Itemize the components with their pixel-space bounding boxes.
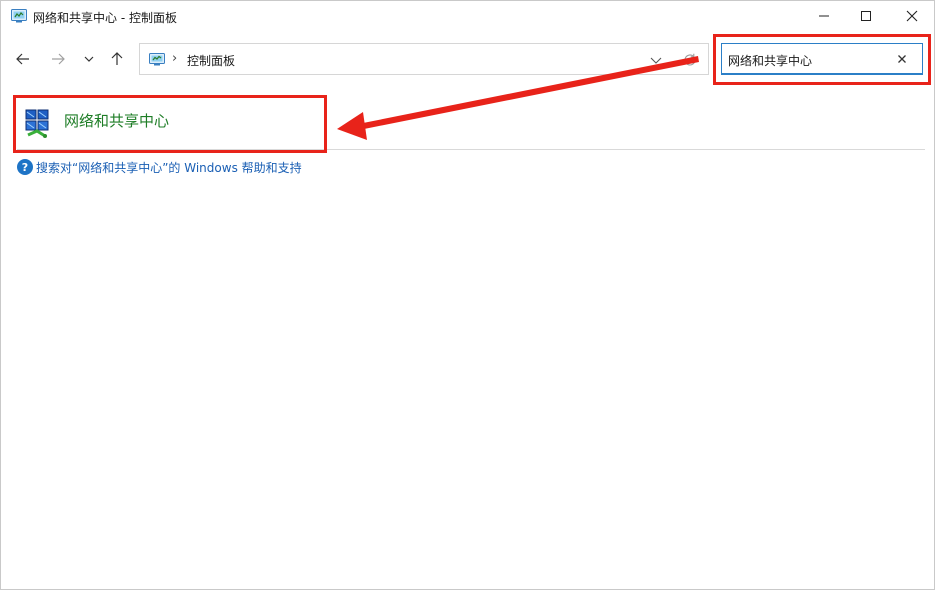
chevron-down-icon xyxy=(84,56,94,62)
maximize-icon xyxy=(861,11,871,21)
maximize-button[interactable] xyxy=(843,1,889,31)
close-button[interactable] xyxy=(889,1,935,31)
minimize-button[interactable] xyxy=(801,1,847,31)
address-bar[interactable]: › 控制面板 xyxy=(139,43,709,75)
windows-help-link[interactable]: ? 搜索对“网络和共享中心”的 Windows 帮助和支持 xyxy=(17,158,302,176)
result-highlight-box xyxy=(13,95,327,153)
search-highlight-box xyxy=(713,34,931,85)
help-icon: ? xyxy=(17,159,33,175)
arrow-up-icon xyxy=(111,52,123,65)
annotation-arrow xyxy=(337,56,699,140)
recent-locations-button[interactable] xyxy=(77,47,101,71)
window-title: 网络和共享中心 - 控制面板 xyxy=(33,11,177,25)
minimize-icon xyxy=(819,15,829,17)
control-panel-icon xyxy=(149,53,165,66)
back-button[interactable] xyxy=(11,47,35,71)
annotation-arrowhead xyxy=(337,112,367,140)
arrow-right-icon xyxy=(52,53,65,65)
title-bar[interactable]: 网络和共享中心 - 控制面板 xyxy=(1,1,934,33)
help-link-text[interactable]: 搜索对“网络和共享中心”的 Windows 帮助和支持 xyxy=(36,159,302,176)
refresh-icon[interactable] xyxy=(682,52,698,68)
control-panel-window: 网络和共享中心 - 控制面板 › 控制面板 网络和共享中心 网络和共享中心 ? … xyxy=(0,0,935,590)
breadcrumb-separator[interactable]: › xyxy=(172,51,177,66)
forward-button[interactable] xyxy=(46,47,70,71)
breadcrumb-control-panel[interactable]: 控制面板 xyxy=(187,52,235,69)
control-panel-icon xyxy=(11,9,27,23)
chevron-down-icon[interactable] xyxy=(648,53,664,67)
arrow-left-icon xyxy=(16,53,29,65)
up-button[interactable] xyxy=(105,47,129,71)
close-icon xyxy=(906,10,918,22)
